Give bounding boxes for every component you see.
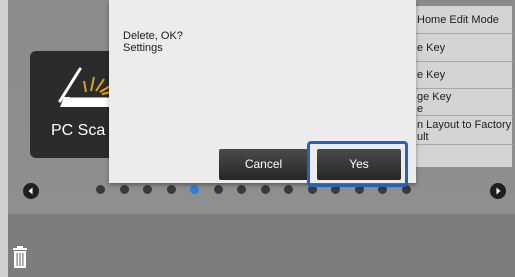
pager-dot[interactable] (213, 185, 223, 194)
trash-icon[interactable] (12, 245, 28, 269)
menu-item-label: e Key (417, 69, 446, 81)
screen: PC Sca Home Edit Mode e Key e Key ge Key… (0, 0, 515, 277)
menu-item-label: e Key (417, 42, 446, 54)
page-right-button[interactable] (490, 183, 506, 199)
page-left-button[interactable] (23, 183, 39, 199)
pager-dot[interactable] (284, 185, 293, 194)
pager-dot[interactable] (143, 185, 152, 194)
menu-item-key-1[interactable]: e Key (401, 34, 513, 62)
pager-dot[interactable] (166, 185, 176, 194)
yes-button[interactable]: Yes (317, 149, 401, 180)
pager-dot[interactable] (119, 185, 129, 194)
menu-item-home-edit-mode[interactable]: Home Edit Mode (401, 6, 513, 34)
menu-item-label-2: e (417, 103, 424, 115)
dialog-message: Delete, OK? Settings (123, 30, 183, 54)
dialog-item-name: Settings (123, 42, 163, 54)
menu-item-key-3[interactable]: ge Key e (401, 89, 513, 116)
menu-item-label: n Layout to Factory (417, 119, 512, 131)
menu-item-key-2[interactable]: e Key (401, 62, 513, 89)
side-menu: Home Edit Mode e Key e Key ge Key e n La… (400, 6, 513, 167)
menu-item-label: Home Edit Mode (417, 14, 499, 26)
pager-dot-active[interactable] (190, 185, 199, 194)
left-strip (0, 0, 8, 277)
tile-label: PC Sca (51, 122, 106, 139)
dialog-question: Delete, OK? (123, 30, 183, 42)
pager-dot[interactable] (237, 185, 246, 194)
cancel-button[interactable]: Cancel (219, 149, 308, 180)
menu-item-factory-layout[interactable]: n Layout to Factory ult (401, 116, 513, 145)
chevron-right-icon (496, 187, 501, 195)
menu-item-label-2: ult (417, 131, 429, 143)
chevron-left-icon (28, 187, 33, 195)
pager-dot[interactable] (260, 185, 270, 194)
bottom-bar (8, 214, 515, 277)
menu-item-label: ge Key (417, 91, 452, 103)
pager-dot[interactable] (96, 185, 105, 194)
delete-confirm-dialog: Delete, OK? Settings Cancel Yes (109, 0, 416, 187)
